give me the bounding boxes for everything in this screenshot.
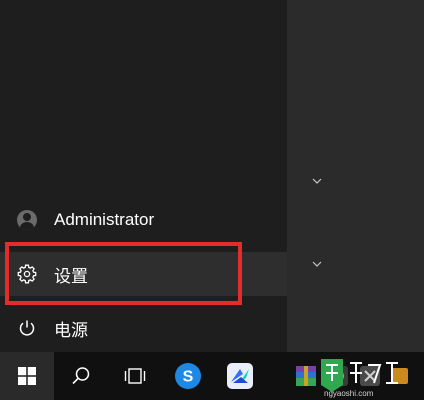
start-menu-tiles-panel <box>287 0 424 352</box>
chevron-down-icon[interactable] <box>312 257 322 269</box>
sogou-browser-icon[interactable]: S <box>162 352 214 400</box>
red-highlight-box <box>5 242 242 305</box>
taskbar-tray <box>288 352 424 400</box>
user-account-item[interactable]: Administrator <box>0 198 287 242</box>
start-menu-left-panel: Administrator 设置 电源 <box>0 0 287 352</box>
power-icon <box>0 319 54 337</box>
svg-text:S: S <box>183 369 194 386</box>
search-icon[interactable] <box>54 352 108 400</box>
chevron-down-icon[interactable] <box>312 174 322 186</box>
power-item[interactable]: 电源 <box>0 306 287 350</box>
power-label: 电源 <box>54 320 88 340</box>
app-icon[interactable] <box>326 352 350 400</box>
app-icon[interactable] <box>358 352 382 400</box>
taskbar: S <box>0 352 424 400</box>
app-icon[interactable] <box>390 352 410 400</box>
user-avatar-icon <box>0 210 54 230</box>
winrar-icon[interactable] <box>294 352 318 400</box>
feishu-icon[interactable] <box>214 352 266 400</box>
user-name-label: Administrator <box>54 210 155 229</box>
task-view-icon[interactable] <box>108 352 162 400</box>
windows-logo-icon[interactable] <box>0 352 54 400</box>
desktop-screen: Administrator 设置 电源 S ngyaoshi.com <box>0 0 424 400</box>
